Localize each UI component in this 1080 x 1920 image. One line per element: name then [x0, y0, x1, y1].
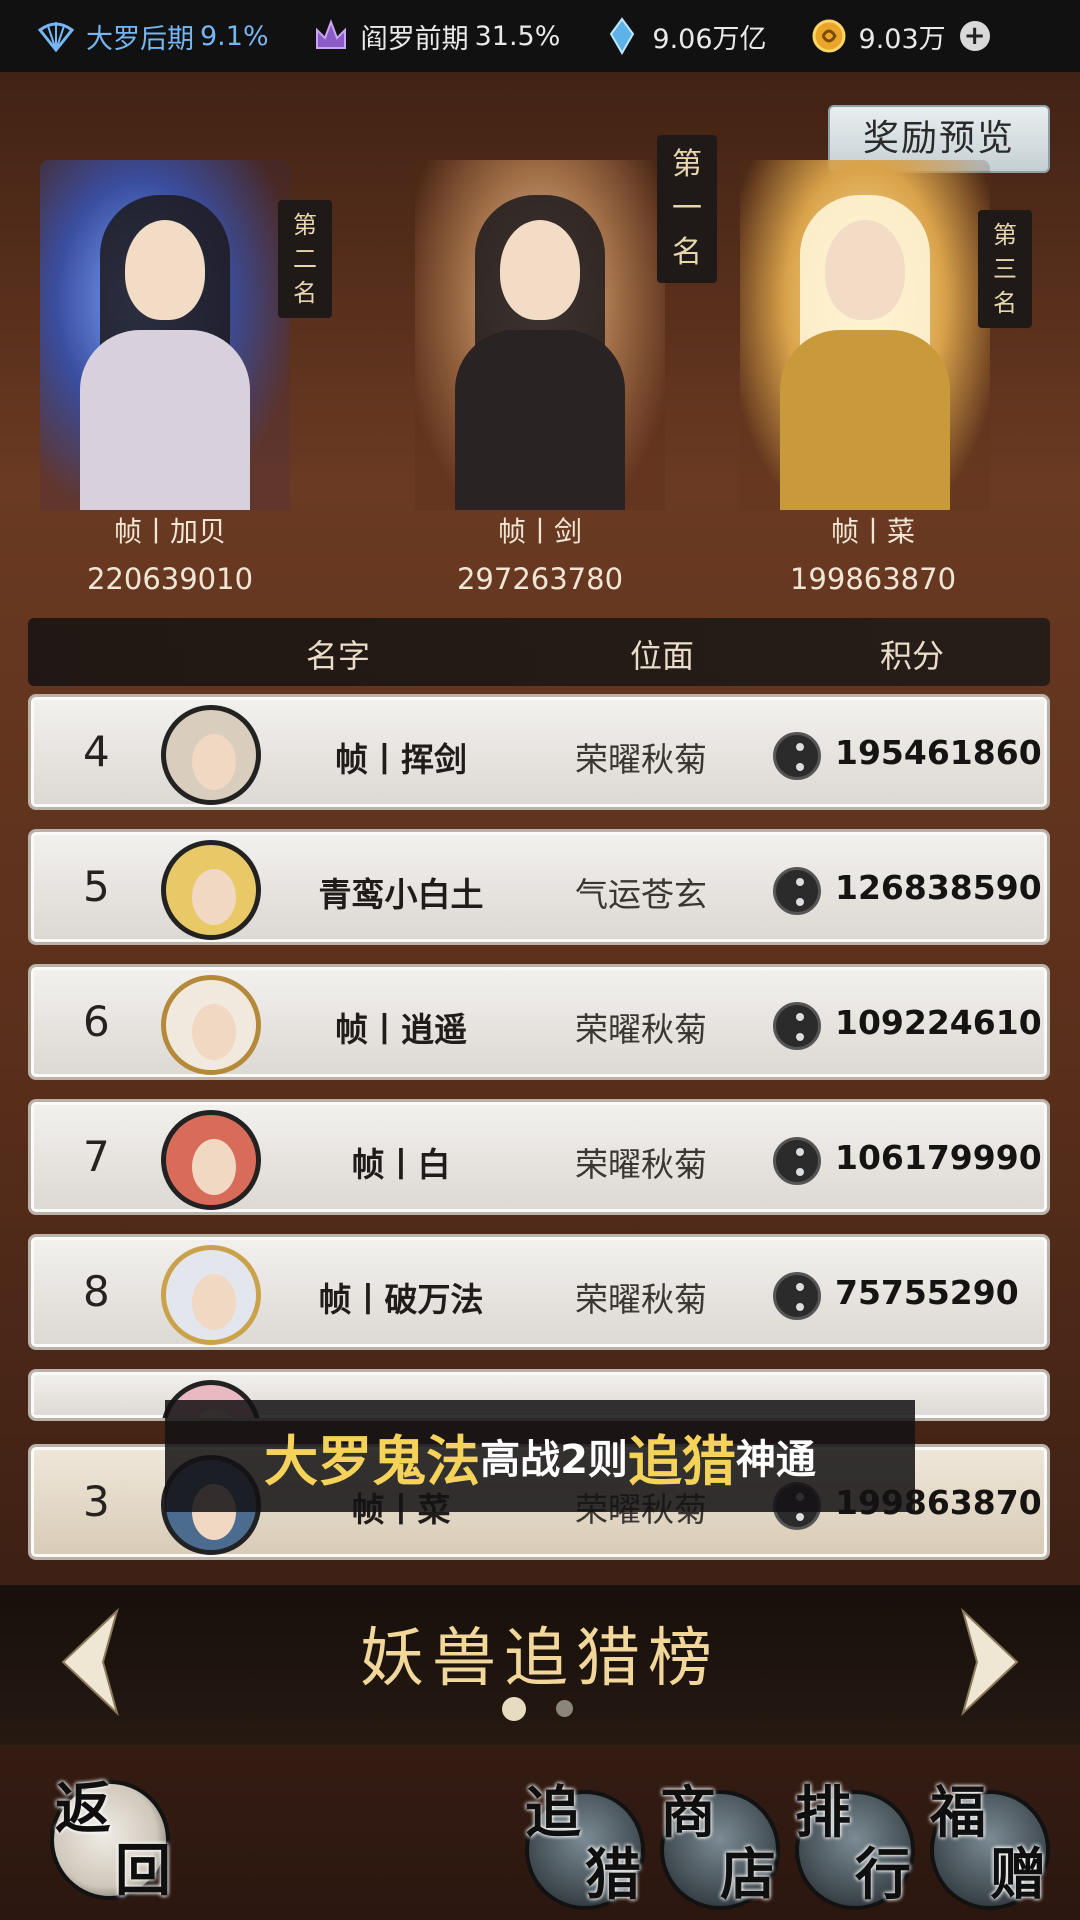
page-indicator[interactable]	[556, 1700, 573, 1717]
ranking-row[interactable]: 8 帧丨破万法 荣曜秋菊 75755290	[28, 1234, 1050, 1350]
realm2-label: 阎罗前期	[360, 23, 469, 55]
row-rank: 4	[83, 727, 110, 776]
ranking-row[interactable]: 7 帧丨白 荣曜秋菊 106179990	[28, 1099, 1050, 1215]
caption-part-4: 神通	[735, 1437, 816, 1483]
podium-first-score: 297263780	[456, 562, 624, 596]
yin-yang-icon	[773, 867, 821, 915]
status-bar: 大罗后期 9.1% 阎罗前期 31.5% 9.06万亿 9.03万 +	[0, 0, 1080, 72]
row-realm: 荣曜秋菊	[575, 1280, 707, 1319]
row-realm: 荣曜秋菊	[575, 1145, 707, 1184]
podium-first-info: 帧丨剑 297263780	[395, 510, 685, 596]
player-avatar[interactable]	[161, 705, 261, 805]
row-name: 青鸾小白土	[318, 875, 484, 914]
podium-second-name: 帧丨加贝	[113, 515, 226, 548]
ranking-button-label: 排 行	[795, 1780, 911, 1908]
next-board-arrow-icon[interactable]	[955, 1607, 1025, 1717]
rank-badge-first: 第 一 名	[657, 135, 717, 283]
row-name: 帧丨逍遥	[335, 1010, 467, 1049]
header-realm: 位面	[630, 637, 695, 675]
yin-yang-icon	[773, 1002, 821, 1050]
realm1-label: 大罗后期	[86, 23, 194, 55]
hunt-button-label: 追 猎	[525, 1780, 641, 1908]
podium-third-info: 帧丨菜 199863870	[728, 510, 1018, 596]
crystal-icon	[602, 16, 642, 56]
character-portrait-first	[415, 160, 665, 510]
rank-badge-second: 第 二 名	[278, 200, 332, 318]
yin-yang-icon	[773, 732, 821, 780]
row-realm: 气运苍玄	[575, 875, 707, 914]
row-score: 75755290	[835, 1273, 1019, 1312]
podium-second[interactable]: 第 二 名	[20, 120, 332, 510]
caption-part-3: 追猎	[627, 1429, 736, 1493]
player-avatar[interactable]	[161, 840, 261, 940]
row-score: 126838590	[835, 868, 1042, 907]
row-name: 帧丨破万法	[318, 1280, 484, 1319]
row-realm: 荣曜秋菊	[575, 1010, 707, 1049]
ranking-table-header: 名字 位面 积分	[28, 618, 1050, 686]
board-title-bar: 妖兽追猎榜	[0, 1585, 1080, 1745]
gift-button-label: 福 赠	[930, 1780, 1046, 1908]
back-button-label: 返 回	[55, 1776, 171, 1904]
currency-crystal: 9.06万亿	[602, 16, 767, 56]
fan-icon	[36, 16, 76, 56]
shop-button-label: 商 店	[660, 1780, 776, 1908]
gold-coin-icon	[809, 16, 849, 56]
podium-second-score: 220639010	[86, 562, 254, 596]
row-name: 帧丨白	[351, 1145, 451, 1184]
realm-stat-1: 大罗后期 9.1%	[36, 16, 269, 56]
character-portrait-third	[740, 160, 990, 510]
player-avatar[interactable]	[161, 975, 261, 1075]
currency-coin: 9.03万	[809, 16, 946, 56]
page-indicator-active[interactable]	[502, 1697, 526, 1721]
podium-third-name: 帧丨菜	[830, 515, 915, 548]
row-name: 帧丨挥剑	[335, 740, 467, 779]
row-score: 195461860	[835, 733, 1042, 772]
board-title: 妖兽追猎榜	[360, 1622, 720, 1696]
crown-icon	[311, 16, 351, 56]
add-currency-button[interactable]: +	[959, 21, 990, 51]
podium-second-info: 帧丨加贝 220639010	[25, 510, 315, 596]
caption-part-1: 大罗鬼法	[264, 1429, 481, 1493]
row-rank: 8	[83, 1267, 110, 1316]
podium-first[interactable]: 第 一 名	[395, 120, 717, 510]
podium-third[interactable]: 第 三 名	[720, 120, 1032, 510]
ranking-row[interactable]: 5 青鸾小白土 气运苍玄 126838590	[28, 829, 1050, 945]
ranking-row[interactable]: 4 帧丨挥剑 荣曜秋菊 195461860	[28, 694, 1050, 810]
ranking-row[interactable]: 6 帧丨逍遥 荣曜秋菊 109224610	[28, 964, 1050, 1080]
podium-third-score: 199863870	[789, 562, 957, 596]
crystal-amount: 9.06万亿	[652, 23, 767, 55]
realm2-percent: 31.5%	[474, 20, 561, 52]
row-score: 109224610	[835, 1003, 1042, 1042]
row-realm: 荣曜秋菊	[575, 740, 707, 779]
coin-amount: 9.03万	[858, 23, 946, 55]
realm1-percent: 9.1%	[200, 20, 269, 52]
row-rank: 5	[83, 862, 110, 911]
header-name: 名字	[306, 637, 371, 675]
row-score: 106179990	[835, 1138, 1042, 1177]
podium-first-name: 帧丨剑	[497, 515, 582, 548]
caption-part-2: 高战2则	[480, 1437, 628, 1483]
player-avatar[interactable]	[161, 1245, 261, 1345]
realm-stat-2: 阎罗前期 31.5%	[311, 16, 561, 56]
rank-badge-third: 第 三 名	[978, 210, 1032, 328]
yin-yang-icon	[773, 1137, 821, 1185]
player-avatar[interactable]	[161, 1110, 261, 1210]
row-rank: 3	[83, 1477, 110, 1526]
row-rank: 7	[83, 1132, 110, 1181]
yin-yang-icon	[773, 1272, 821, 1320]
row-rank: 6	[83, 997, 110, 1046]
video-caption: 大罗鬼法 高战2则 追猎 神通	[165, 1400, 915, 1512]
header-score: 积分	[880, 637, 945, 675]
character-portrait-second	[40, 160, 290, 510]
